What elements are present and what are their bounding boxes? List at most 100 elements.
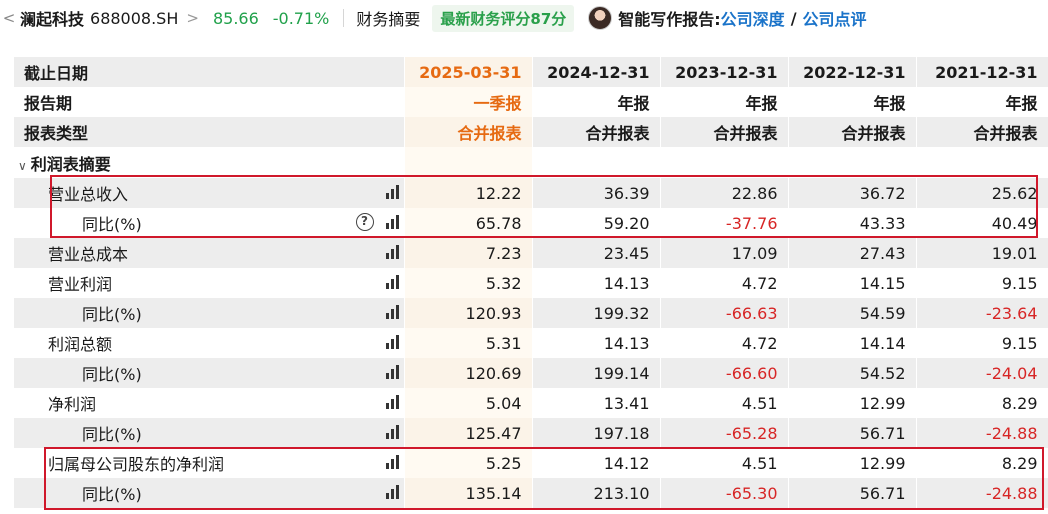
company-review-report-link[interactable]: 公司点评 xyxy=(803,6,867,30)
value-cell: 65.78 xyxy=(404,208,533,238)
row-label: 同比(%) xyxy=(82,425,142,444)
value-cell: 4.51 xyxy=(660,448,789,478)
table-row: 同比(%)? 65.78 59.20 -37.76 43.33 40.49 xyxy=(14,208,1048,238)
chevron-down-icon[interactable]: ∨ xyxy=(18,159,27,173)
bar-chart-icon[interactable] xyxy=(385,455,400,469)
bar-chart-icon[interactable] xyxy=(385,425,400,439)
header-cell: 合并报表 xyxy=(916,117,1048,147)
empty-cell xyxy=(788,147,917,178)
stock-code: 688008.SH xyxy=(90,8,179,28)
table-row: 净利润 5.04 13.41 4.51 12.99 8.29 xyxy=(14,388,1048,418)
value-cell: 17.09 xyxy=(660,238,789,268)
header-row-label: 报表类型 xyxy=(14,117,405,147)
row-label-cell: 同比(%) xyxy=(14,298,405,328)
price-change: -0.71% xyxy=(272,8,330,28)
header-cell: 2021-12-31 xyxy=(916,57,1048,87)
row-label: 同比(%) xyxy=(82,215,142,234)
row-label-cell: 营业总成本 xyxy=(14,238,405,268)
value-cell: 12.99 xyxy=(788,388,917,418)
bar-chart-icon[interactable] xyxy=(385,365,400,379)
header-cell: 年报 xyxy=(916,87,1048,117)
value-cell: -66.63 xyxy=(660,298,789,328)
income-statement-table: 截止日期 2025-03-31 2024-12-31 2023-12-31 2022-1… xyxy=(14,57,1048,508)
value-cell: 8.29 xyxy=(916,388,1048,418)
empty-cell xyxy=(404,147,533,178)
bar-chart-icon[interactable] xyxy=(385,275,400,289)
value-cell: 9.15 xyxy=(916,268,1048,298)
value-cell: 56.71 xyxy=(788,478,917,508)
section-row[interactable]: ∨ 利润表摘要 xyxy=(14,147,1048,178)
value-cell: 43.33 xyxy=(788,208,917,238)
chevron-right-icon[interactable]: > xyxy=(186,9,199,27)
value-cell: 135.14 xyxy=(404,478,533,508)
bar-chart-icon[interactable] xyxy=(385,215,400,229)
ai-writer-avatar xyxy=(588,6,613,30)
stock-price: 85.66 xyxy=(212,8,259,28)
value-cell: 12.22 xyxy=(404,178,533,208)
row-label: 归属母公司股东的净利润 xyxy=(48,455,225,474)
header-cell: 合并报表 xyxy=(660,117,789,147)
value-cell: -65.30 xyxy=(660,478,789,508)
back-chevron-icon[interactable]: < xyxy=(2,9,16,27)
table-row: 营业总收入 12.22 36.39 22.86 36.72 25.62 xyxy=(14,178,1048,208)
row-label: 净利润 xyxy=(48,395,97,414)
table-row: 同比(%) 135.14 213.10 -65.30 56.71 -24.88 xyxy=(14,478,1048,508)
value-cell: 13.41 xyxy=(532,388,661,418)
row-label-cell: 营业利润 xyxy=(14,268,405,298)
value-cell: 120.93 xyxy=(404,298,533,328)
row-label-cell: 同比(%)? xyxy=(14,208,405,238)
empty-cell xyxy=(660,147,789,178)
value-cell: 40.49 xyxy=(916,208,1048,238)
bar-chart-icon[interactable] xyxy=(385,185,400,199)
header-cell: 年报 xyxy=(660,87,789,117)
bar-chart-icon[interactable] xyxy=(385,485,400,499)
value-cell: 59.20 xyxy=(532,208,661,238)
empty-cell xyxy=(532,147,661,178)
income-statement-table-wrap: 截止日期 2025-03-31 2024-12-31 2023-12-31 2022-1… xyxy=(14,57,1048,508)
value-cell: 199.14 xyxy=(532,358,661,388)
company-deep-report-link[interactable]: 公司深度 xyxy=(721,6,785,30)
value-cell: 213.10 xyxy=(532,478,661,508)
bar-chart-icon[interactable] xyxy=(385,395,400,409)
header-row-label: 截止日期 xyxy=(14,57,405,87)
value-cell: 14.13 xyxy=(532,328,661,358)
table-row: 同比(%) 120.69 199.14 -66.60 54.52 -24.04 xyxy=(14,358,1048,388)
value-cell: -66.60 xyxy=(660,358,789,388)
header-cell: 年报 xyxy=(788,87,917,117)
value-cell: -37.76 xyxy=(660,208,789,238)
table-header-row: 报告期 一季报 年报 年报 年报 年报 xyxy=(14,87,1048,117)
financial-summary-tab[interactable]: 财务摘要 xyxy=(356,6,420,30)
row-label-cell: 同比(%) xyxy=(14,358,405,388)
value-cell: 14.14 xyxy=(788,328,917,358)
row-label: 同比(%) xyxy=(82,365,142,384)
value-cell: 23.45 xyxy=(532,238,661,268)
value-cell: 5.32 xyxy=(404,268,533,298)
value-cell: -24.88 xyxy=(916,418,1048,448)
table-header-row: 报表类型 合并报表 合并报表 合并报表 合并报表 合并报表 xyxy=(14,117,1048,147)
table-row: 同比(%) 120.93 199.32 -66.63 54.59 -23.64 xyxy=(14,298,1048,328)
bar-chart-icon[interactable] xyxy=(385,245,400,259)
value-cell: 4.72 xyxy=(660,328,789,358)
value-cell: 25.62 xyxy=(916,178,1048,208)
help-icon[interactable]: ? xyxy=(355,213,374,231)
value-cell: 120.69 xyxy=(404,358,533,388)
bar-chart-icon[interactable] xyxy=(385,305,400,319)
header-cell: 2023-12-31 xyxy=(660,57,789,87)
header-cell: 合并报表 xyxy=(532,117,661,147)
financial-score-badge[interactable]: 最新财务评分87分 xyxy=(432,4,575,32)
header-cell: 2024-12-31 xyxy=(532,57,661,87)
value-cell: 56.71 xyxy=(788,418,917,448)
header-cell: 年报 xyxy=(532,87,661,117)
value-cell: 199.32 xyxy=(532,298,661,328)
value-cell: -24.04 xyxy=(916,358,1048,388)
bar-chart-icon[interactable] xyxy=(385,335,400,349)
row-label: 同比(%) xyxy=(82,305,142,324)
section-header[interactable]: ∨ 利润表摘要 xyxy=(14,147,405,178)
row-label: 营业利润 xyxy=(48,275,113,294)
value-cell: 14.15 xyxy=(788,268,917,298)
stock-header-bar: < 澜起科技 688008.SH > 85.66 -0.71% 财务摘要 最新财… xyxy=(0,0,1048,36)
value-cell: 5.25 xyxy=(404,448,533,478)
ai-report-title: 智能写作报告: xyxy=(618,10,721,29)
value-cell: -65.28 xyxy=(660,418,789,448)
value-cell: 4.72 xyxy=(660,268,789,298)
